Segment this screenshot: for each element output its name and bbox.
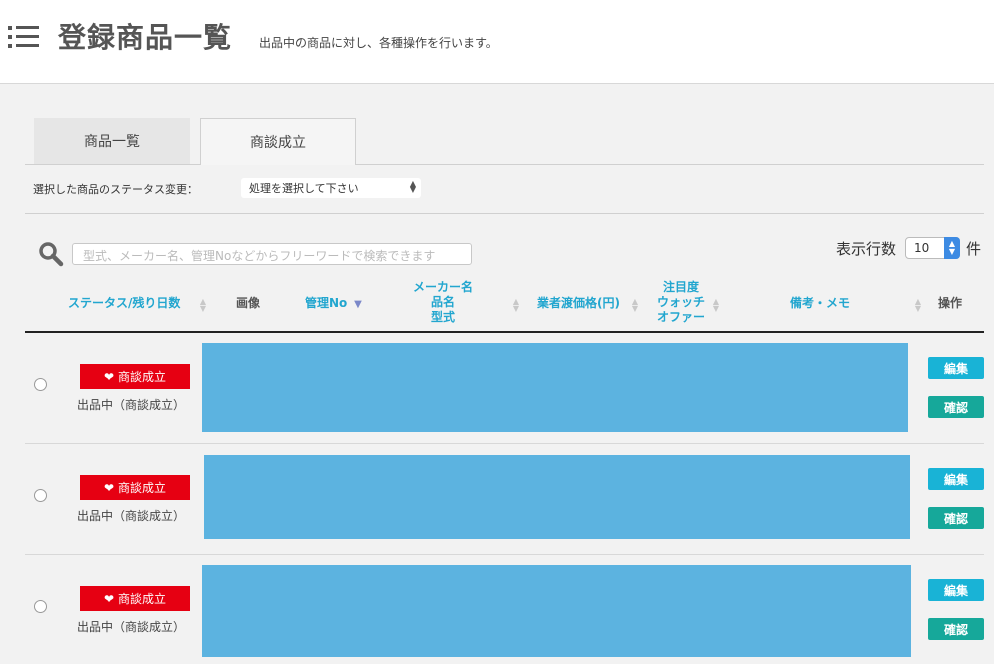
redacted-product-info	[202, 343, 908, 432]
edit-button[interactable]: 編集	[928, 357, 984, 379]
bulk-status-label: 選択した商品のステータス変更：	[33, 183, 198, 196]
row-status-text: 出品中（商談成立）	[77, 398, 186, 412]
deal-closed-badge: ❤ 商談成立	[80, 364, 190, 389]
row-divider	[25, 443, 984, 444]
header-manage-no[interactable]: 管理No	[305, 296, 347, 311]
redacted-product-info	[202, 565, 911, 657]
heart-icon: ❤	[103, 480, 115, 495]
sort-arrows-icon[interactable]: ▲ ▼	[631, 298, 639, 313]
row-status-text: 出品中（商談成立）	[77, 620, 186, 634]
heart-icon: ❤	[103, 369, 115, 384]
rows-per-page-unit: 件	[966, 240, 982, 258]
heart-icon: ❤	[103, 591, 115, 606]
header-maker[interactable]: メーカー名 品名 型式	[403, 280, 483, 325]
header-price[interactable]: 業者渡価格(円)	[537, 296, 620, 311]
page-title: 登録商品一覧	[58, 21, 233, 54]
search-icon[interactable]	[38, 241, 64, 267]
page-header: 登録商品一覧 出品中の商品に対し、各種操作を行います。	[0, 0, 994, 84]
sort-desc-icon[interactable]: ▼	[354, 300, 362, 310]
redacted-product-info	[204, 455, 910, 539]
row-divider	[25, 554, 984, 555]
confirm-button[interactable]: 確認	[928, 618, 984, 640]
confirm-button[interactable]: 確認	[928, 396, 984, 418]
sort-arrows-icon[interactable]: ▲ ▼	[512, 298, 520, 313]
sort-arrows-icon[interactable]: ▲ ▼	[914, 298, 922, 313]
deal-closed-badge: ❤ 商談成立	[80, 586, 190, 611]
bulk-status-select[interactable]: 処理を選択して下さい ▲ ▼	[241, 178, 421, 198]
tab-deal-closed[interactable]: 商談成立	[200, 118, 356, 165]
header-image: 画像	[236, 296, 261, 310]
rows-per-page-select[interactable]: 10 ▲ ▼	[905, 237, 960, 259]
search-input[interactable]: 型式、メーカー名、管理Noなどからフリーワードで検索できます	[72, 243, 472, 265]
header-status[interactable]: ステータス/残り日数	[68, 296, 180, 311]
sort-arrows-icon[interactable]: ▲ ▼	[712, 298, 720, 313]
tab-product-list[interactable]: 商品一覧	[34, 118, 190, 164]
row-select-radio[interactable]	[34, 378, 47, 391]
deal-closed-badge: ❤ 商談成立	[80, 475, 190, 500]
page-description: 出品中の商品に対し、各種操作を行います。	[259, 36, 498, 50]
header-action: 操作	[938, 296, 963, 310]
tab-divider	[25, 164, 984, 165]
row-select-radio[interactable]	[34, 600, 47, 613]
header-watch[interactable]: 注目度 ウォッチ オファー	[648, 280, 714, 325]
table-header-divider	[25, 331, 984, 333]
select-arrows-icon: ▲ ▼	[409, 179, 416, 194]
divider	[25, 213, 984, 214]
edit-button[interactable]: 編集	[928, 579, 984, 601]
edit-button[interactable]: 編集	[928, 468, 984, 490]
list-menu-icon[interactable]	[8, 26, 40, 48]
confirm-button[interactable]: 確認	[928, 507, 984, 529]
row-status-text: 出品中（商談成立）	[77, 509, 186, 523]
stepper-arrows-icon: ▲ ▼	[944, 237, 960, 259]
row-select-radio[interactable]	[34, 489, 47, 502]
header-memo[interactable]: 備考・メモ	[790, 296, 850, 311]
sort-arrows-icon[interactable]: ▲ ▼	[199, 298, 207, 313]
rows-per-page-label: 表示行数	[836, 240, 897, 258]
